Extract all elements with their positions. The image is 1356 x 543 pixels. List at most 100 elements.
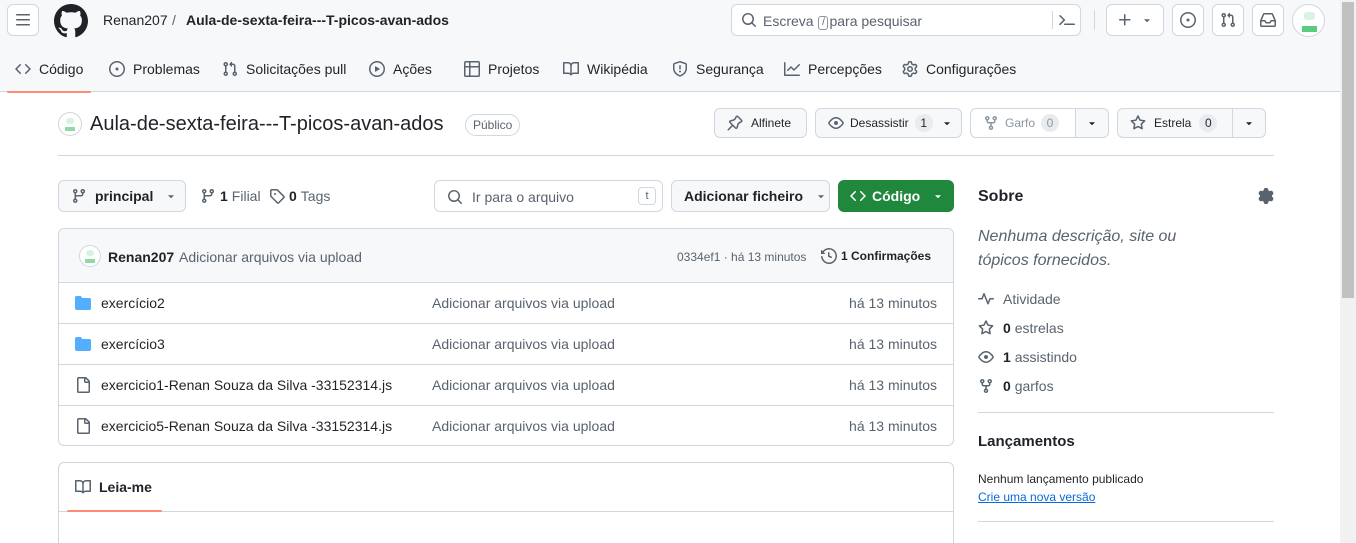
code-icon (15, 63, 31, 75)
file-commit-message[interactable]: Adicionar arquivos via upload (432, 377, 615, 393)
file-name[interactable]: exercício3 (101, 336, 165, 352)
create-release-link[interactable]: Crie uma nova versão (978, 490, 1095, 504)
readme-tab-label: Leia-me (99, 479, 152, 495)
issues-button[interactable] (1172, 4, 1204, 36)
sidebar-divider (978, 521, 1274, 522)
branches-link[interactable]: 1 Filial (200, 188, 261, 204)
inbox-icon (1260, 12, 1276, 27)
branches-label: Filial (231, 188, 261, 204)
branch-selector[interactable]: principal (58, 180, 186, 212)
eye-icon (828, 117, 844, 129)
github-logo-icon[interactable] (54, 4, 88, 38)
activity-label: Atividade (1003, 291, 1061, 307)
goto-file-input[interactable]: Ir para o arquivo t (434, 180, 663, 212)
watchers-link[interactable]: 1 assistindo (978, 349, 1077, 365)
owner-link[interactable]: Renan207 (103, 12, 168, 28)
tab-wiki[interactable]: Wikipédia (563, 46, 648, 92)
search-icon (448, 190, 463, 205)
commits-count-label: 1 Confirmações (841, 249, 932, 263)
search-input[interactable]: Escreva / para pesquisar (731, 4, 1081, 36)
table-icon (464, 61, 480, 77)
releases-title[interactable]: Lançamentos (978, 433, 1075, 450)
repo-link[interactable]: Aula-de-sexta-feira---T-picos-avan-ados (186, 12, 449, 28)
issue-opened-icon (1180, 12, 1196, 28)
fork-label: Garfo (1005, 116, 1036, 130)
pin-label: Alfinete (751, 116, 792, 130)
file-row[interactable]: exercicio1-Renan Souza da Silva -3315231… (59, 365, 953, 406)
file-row[interactable]: exercicio5-Renan Souza da Silva -3315231… (59, 406, 953, 445)
file-commit-time: há 13 minutos (849, 377, 937, 393)
avatar-pixel-bottom (85, 259, 95, 263)
releases-empty-text: Nenhum lançamento publicado (978, 472, 1144, 486)
shield-icon (673, 61, 687, 77)
tag-icon (270, 189, 285, 204)
file-row[interactable]: exercício3 Adicionar arquivos via upload… (59, 324, 953, 365)
star-dropdown-button[interactable] (1232, 108, 1266, 138)
readme-tab[interactable]: Leia-me (75, 479, 152, 495)
slash-key-hint: / (818, 16, 829, 30)
file-commit-message[interactable]: Adicionar arquivos via upload (432, 295, 615, 311)
commit-author-avatar[interactable] (79, 245, 101, 267)
pin-button[interactable]: Alfinete (714, 108, 807, 138)
gear-icon[interactable] (1258, 188, 1274, 204)
code-icon (850, 190, 866, 202)
commit-message[interactable]: Adicionar arquivos via upload (179, 249, 362, 265)
tab-settings-label: Configurações (926, 61, 1017, 77)
about-description: Nenhuma descrição, site ou tópicos forne… (978, 228, 1177, 269)
tab-settings[interactable]: Configurações (902, 46, 1016, 92)
user-avatar[interactable] (1292, 4, 1325, 37)
inbox-button[interactable] (1252, 4, 1284, 36)
book-icon (75, 479, 91, 494)
tab-security[interactable]: Segurança (672, 46, 764, 92)
tab-actions[interactable]: Ações (369, 46, 432, 92)
command-palette-icon[interactable] (1059, 12, 1075, 28)
add-file-button[interactable]: Adicionar ficheiro (671, 180, 830, 212)
menu-button[interactable] (7, 4, 39, 36)
tab-insights[interactable]: Percepções (784, 46, 882, 92)
tab-issues[interactable]: Problemas (109, 46, 200, 92)
book-icon (563, 61, 579, 76)
tab-pull-requests[interactable]: Solicitações pull (222, 46, 346, 92)
fork-dropdown-button[interactable] (1075, 108, 1109, 138)
eye-icon (978, 351, 994, 363)
owner-avatar[interactable] (58, 112, 82, 136)
commit-meta[interactable]: 0334ef1 · há 13 minutos (677, 250, 806, 264)
triangle-down-icon (818, 195, 824, 199)
search-placeholder-pre: Escreva (763, 13, 814, 29)
watch-button[interactable]: Desassistir 1 (815, 108, 962, 138)
avatar-pixel-bottom (65, 127, 75, 131)
file-name[interactable]: exercício2 (101, 295, 165, 311)
stars-label: estrelas (1014, 320, 1064, 336)
forks-count: 0 (1003, 378, 1011, 394)
watching-label: assistindo (1014, 349, 1077, 365)
star-button[interactable]: Estrela 0 (1117, 108, 1233, 138)
file-commit-message[interactable]: Adicionar arquivos via upload (432, 418, 615, 434)
git-pull-request-icon (223, 61, 238, 77)
repo-forked-icon (980, 379, 992, 394)
create-new-button[interactable] (1106, 4, 1164, 36)
forks-link[interactable]: 0 garfos (978, 378, 1054, 394)
file-commit-message[interactable]: Adicionar arquivos via upload (432, 336, 615, 352)
commit-author[interactable]: Renan207 (108, 249, 174, 265)
repo-title[interactable]: Aula-de-sexta-feira---T-picos-avan-ados (90, 113, 443, 136)
history-icon (821, 248, 837, 264)
star-counter: 0 (1199, 114, 1218, 132)
fork-button[interactable]: Garfo 0 (970, 108, 1076, 138)
triangle-down-icon (1144, 19, 1150, 23)
tags-link[interactable]: 0 Tags (269, 188, 330, 204)
file-name[interactable]: exercicio1-Renan Souza da Silva -3315231… (101, 377, 392, 393)
readme-header: Leia-me (59, 463, 953, 512)
activity-link[interactable]: Atividade (978, 291, 1061, 307)
pin-icon (727, 115, 743, 131)
global-header: Renan207 / Aula-de-sexta-feira---T-picos… (0, 0, 1340, 93)
stars-link[interactable]: 0 estrelas (978, 320, 1064, 336)
tab-projects[interactable]: Projetos (464, 46, 539, 92)
pull-requests-button[interactable] (1212, 4, 1244, 36)
scrollbar-thumb[interactable] (1342, 2, 1354, 298)
commits-history-link[interactable]: 1 Confirmações (821, 248, 931, 264)
code-dropdown-button[interactable]: Código (838, 180, 954, 212)
file-commit-time: há 13 minutos (849, 295, 937, 311)
tab-code[interactable]: Código (6, 46, 92, 93)
file-name[interactable]: exercicio5-Renan Souza da Silva -3315231… (101, 418, 392, 434)
file-row[interactable]: exercício2 Adicionar arquivos via upload… (59, 283, 953, 324)
